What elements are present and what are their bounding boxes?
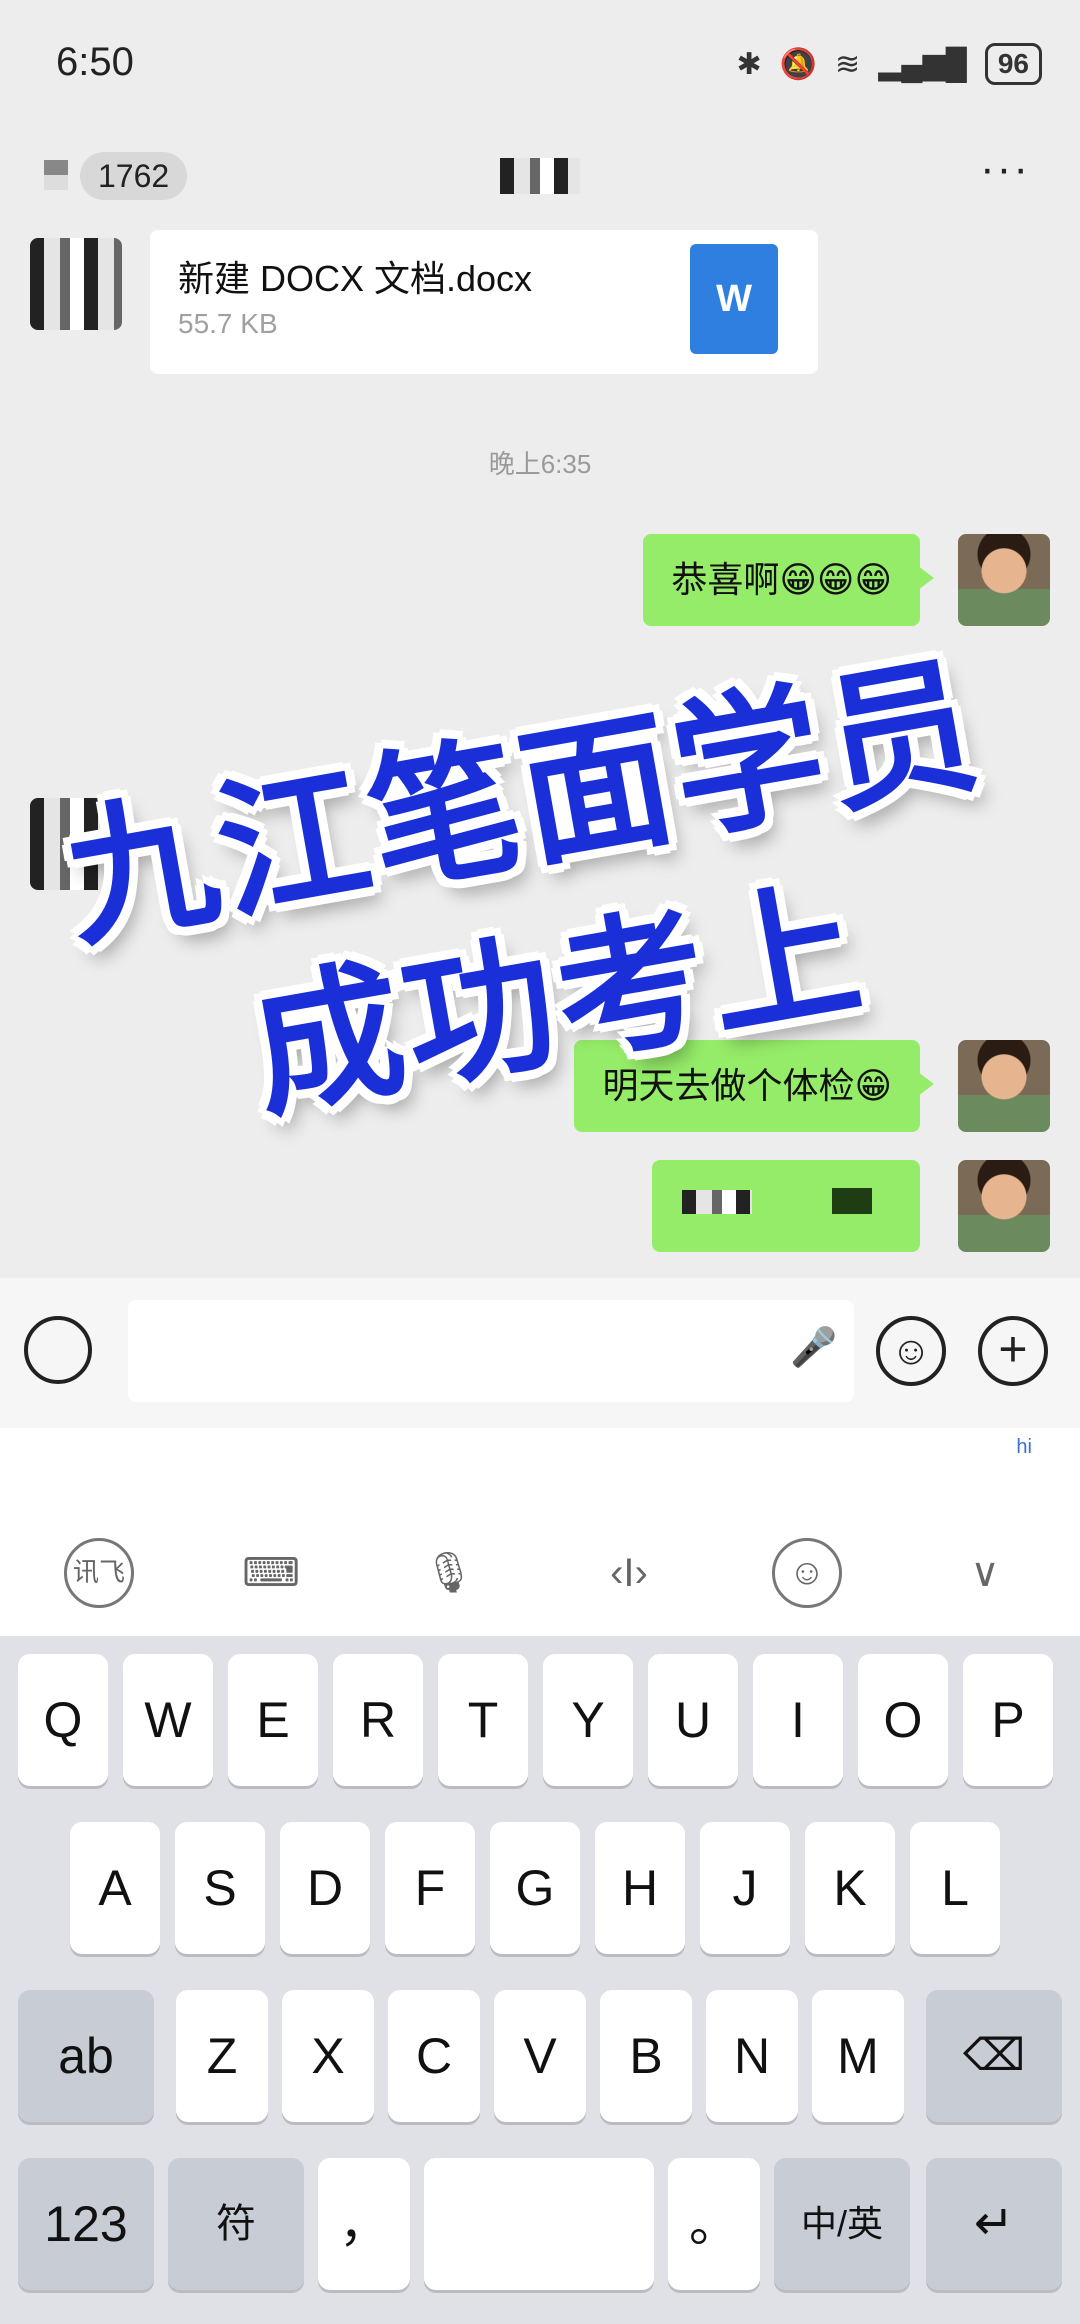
key-k[interactable]: K bbox=[805, 1822, 895, 1954]
key-n[interactable]: N bbox=[706, 1990, 798, 2122]
status-icons: ✱ 🔕 ≋ ▂▄▆█ 96 bbox=[737, 42, 1042, 86]
status-bar: 6:50 ✱ 🔕 ≋ ▂▄▆█ 96 bbox=[0, 0, 1080, 130]
numbers-key[interactable]: 123 bbox=[18, 2158, 154, 2290]
key-o[interactable]: O bbox=[858, 1654, 948, 1786]
input-bar: 🎤 ☺ + bbox=[0, 1278, 1080, 1428]
assistant-icon[interactable]: hi bbox=[1016, 1436, 1032, 1459]
key-t[interactable]: T bbox=[438, 1654, 528, 1786]
key-s[interactable]: S bbox=[175, 1822, 265, 1954]
more-actions-button[interactable]: + bbox=[978, 1316, 1048, 1386]
keyboard: QWERTYUIOP ASDFGHJKL ZXCVBNM ab ⌫ 123 符 … bbox=[0, 1636, 1080, 2324]
space-key[interactable] bbox=[424, 2158, 654, 2290]
key-i[interactable]: I bbox=[753, 1654, 843, 1786]
language-switch-key[interactable]: 中/英 bbox=[774, 2158, 910, 2290]
emoji-icon[interactable]: ☺ bbox=[772, 1538, 842, 1608]
more-options-icon[interactable]: ··· bbox=[980, 144, 1030, 194]
key-y[interactable]: Y bbox=[543, 1654, 633, 1786]
key-d[interactable]: D bbox=[280, 1822, 370, 1954]
battery-badge: 96 bbox=[984, 43, 1042, 85]
wifi-icon: ≋ bbox=[835, 47, 861, 81]
back-icon[interactable] bbox=[44, 160, 68, 190]
file-size: 55.7 KB bbox=[178, 308, 278, 339]
voice-toggle-icon[interactable] bbox=[24, 1316, 92, 1384]
backspace-key[interactable]: ⌫ bbox=[926, 1990, 1062, 2122]
key-a[interactable]: A bbox=[70, 1822, 160, 1954]
message-bubble-blurred[interactable] bbox=[652, 1160, 920, 1252]
key-w[interactable]: W bbox=[123, 1654, 213, 1786]
key-u[interactable]: U bbox=[648, 1654, 738, 1786]
period-key[interactable]: 。 bbox=[668, 2158, 760, 2290]
key-l[interactable]: L bbox=[910, 1822, 1000, 1954]
key-h[interactable]: H bbox=[595, 1822, 685, 1954]
key-g[interactable]: G bbox=[490, 1822, 580, 1954]
key-r[interactable]: R bbox=[333, 1654, 423, 1786]
key-m[interactable]: M bbox=[812, 1990, 904, 2122]
status-time: 6:50 bbox=[56, 40, 134, 84]
key-f[interactable]: F bbox=[385, 1822, 475, 1954]
key-q[interactable]: Q bbox=[18, 1654, 108, 1786]
key-v[interactable]: V bbox=[494, 1990, 586, 2122]
emoji-button[interactable]: ☺ bbox=[876, 1316, 946, 1386]
keyboard-toolbar: hi 讯飞 ⌨ 🎙 ‹I› ☺ ∨ bbox=[0, 1428, 1080, 1636]
blurred-text bbox=[832, 1188, 872, 1214]
key-b[interactable]: B bbox=[600, 1990, 692, 2122]
unread-badge[interactable]: 1762 bbox=[80, 152, 188, 200]
collapse-keyboard-icon[interactable]: ∨ bbox=[950, 1538, 1020, 1608]
chat-title-blurred bbox=[500, 158, 580, 194]
enter-key[interactable]: ↵ bbox=[926, 2158, 1062, 2290]
avatar[interactable] bbox=[958, 1160, 1050, 1252]
blurred-text bbox=[682, 1190, 752, 1214]
mic-icon[interactable]: 🎤 bbox=[790, 1326, 837, 1370]
word-doc-icon: W bbox=[690, 244, 778, 354]
comma-key[interactable]: ， bbox=[318, 2158, 410, 2290]
ime-logo-icon[interactable]: 讯飞 bbox=[64, 1538, 134, 1608]
mute-icon: 🔕 bbox=[779, 47, 818, 81]
symbols-key[interactable]: 符 bbox=[168, 2158, 304, 2290]
timestamp: 晚上6:35 bbox=[488, 449, 592, 479]
keyboard-icon[interactable]: ⌨ bbox=[236, 1538, 306, 1608]
chat-header: 1762 ··· bbox=[0, 130, 1080, 230]
key-x[interactable]: X bbox=[282, 1990, 374, 2122]
avatar[interactable] bbox=[30, 238, 122, 330]
shift-key[interactable]: ab bbox=[18, 1990, 154, 2122]
bluetooth-icon: ✱ bbox=[736, 47, 762, 81]
signal-icon: ▂▄▆█ bbox=[878, 47, 967, 81]
key-p[interactable]: P bbox=[963, 1654, 1053, 1786]
key-e[interactable]: E bbox=[228, 1654, 318, 1786]
file-name: 新建 DOCX 文档.docx bbox=[178, 258, 533, 299]
message-input[interactable] bbox=[128, 1300, 854, 1402]
cursor-move-icon[interactable]: ‹I› bbox=[594, 1538, 664, 1608]
key-c[interactable]: C bbox=[388, 1990, 480, 2122]
key-z[interactable]: Z bbox=[176, 1990, 268, 2122]
voice-input-icon[interactable]: 🎙 bbox=[414, 1538, 484, 1608]
file-message[interactable]: 新建 DOCX 文档.docx 55.7 KB W bbox=[150, 230, 818, 374]
key-j[interactable]: J bbox=[700, 1822, 790, 1954]
